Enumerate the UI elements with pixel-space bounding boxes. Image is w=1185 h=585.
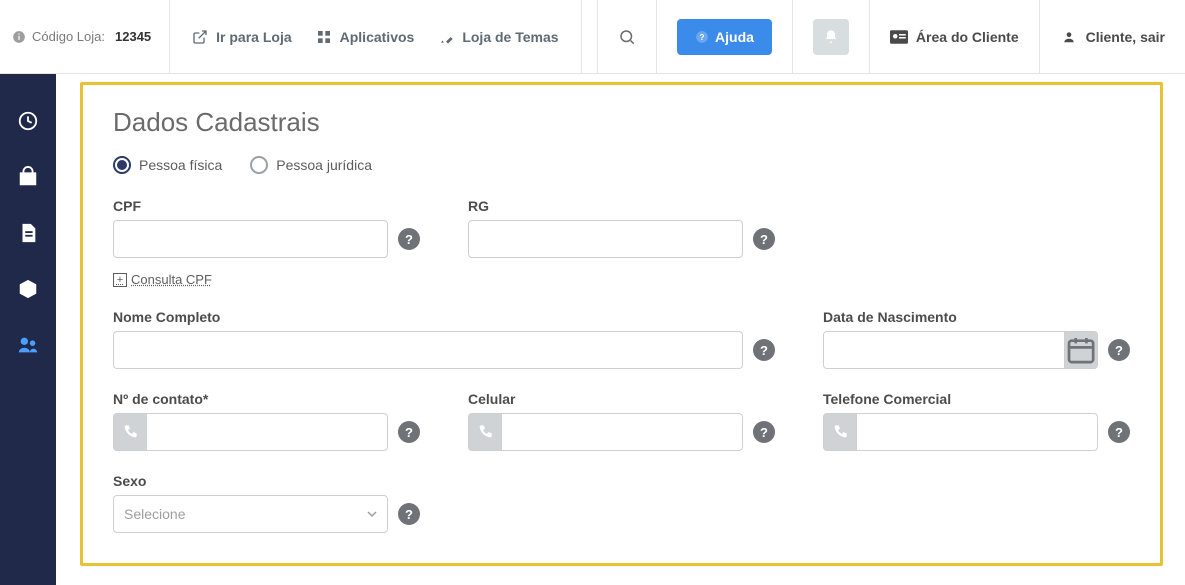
phone-prefix	[113, 413, 146, 451]
field-commercial-phone: Telefone Comercial ?	[823, 391, 1130, 451]
field-cpf: CPF ? + Consulta CPF	[113, 198, 420, 287]
mobile-label: Celular	[468, 391, 775, 407]
help-button-label: Ajuda	[715, 29, 754, 45]
commercial-phone-help-icon[interactable]: ?	[1108, 421, 1130, 443]
external-link-icon	[192, 29, 208, 45]
users-icon[interactable]	[17, 334, 39, 356]
calendar-icon	[1065, 334, 1097, 366]
store-code-value: 12345	[115, 29, 151, 44]
main: Dados Cadastrais Pessoa física Pessoa ju…	[56, 74, 1185, 585]
help-button[interactable]: ? Ajuda	[677, 19, 772, 55]
phone-prefix	[823, 413, 856, 451]
rg-input[interactable]	[468, 220, 743, 258]
nav-themes[interactable]: Loja de Temas	[438, 29, 558, 45]
registration-panel: Dados Cadastrais Pessoa física Pessoa ju…	[80, 82, 1163, 566]
info-icon	[12, 30, 26, 44]
document-icon[interactable]	[17, 222, 39, 244]
phone-icon	[477, 424, 493, 440]
birth-date-help-icon[interactable]: ?	[1108, 339, 1130, 361]
svg-text:?: ?	[700, 32, 705, 41]
client-exit-link[interactable]: Cliente, sair	[1040, 0, 1185, 73]
contact-number-help-icon[interactable]: ?	[398, 421, 420, 443]
radio-outer	[250, 156, 268, 174]
client-area-label: Área do Cliente	[916, 29, 1019, 45]
gender-help-icon[interactable]: ?	[398, 503, 420, 525]
field-mobile: Celular ?	[468, 391, 775, 451]
dashboard-icon[interactable]	[17, 110, 39, 132]
cpf-help-icon[interactable]: ?	[398, 228, 420, 250]
field-full-name: Nome Completo ?	[113, 309, 775, 369]
radio-individual-label: Pessoa física	[139, 157, 222, 173]
gender-select[interactable]: Selecione	[113, 495, 388, 533]
bag-icon[interactable]	[17, 166, 39, 188]
registration-title: Dados Cadastrais	[113, 107, 1130, 138]
phone-icon	[832, 424, 848, 440]
question-icon: ?	[695, 30, 709, 44]
chevron-down-icon	[367, 509, 377, 519]
user-icon	[1060, 30, 1078, 44]
cpf-input[interactable]	[113, 220, 388, 258]
nav-themes-label: Loja de Temas	[462, 29, 558, 45]
mobile-help-icon[interactable]: ?	[753, 421, 775, 443]
client-area-link[interactable]: Área do Cliente	[870, 0, 1040, 73]
nav-go-to-store-label: Ir para Loja	[216, 29, 291, 45]
birth-date-label: Data de Nascimento	[823, 309, 1130, 325]
topbar: Código Loja: 12345 Ir para Loja Aplicati…	[0, 0, 1185, 74]
field-gender: Sexo Selecione ?	[113, 473, 420, 533]
phone-prefix	[468, 413, 501, 451]
nav-apps-label: Aplicativos	[340, 29, 415, 45]
id-card-icon	[890, 30, 908, 44]
notifications-action[interactable]	[793, 0, 870, 73]
sidebar	[0, 74, 56, 585]
top-spacer	[582, 0, 598, 73]
search-button[interactable]	[598, 0, 657, 73]
rg-help-icon[interactable]: ?	[753, 228, 775, 250]
gender-label: Sexo	[113, 473, 420, 489]
radio-outer	[113, 156, 131, 174]
rg-label: RG	[468, 198, 775, 214]
nav-apps[interactable]: Aplicativos	[316, 29, 415, 45]
contact-number-label: Nº de contato*	[113, 391, 420, 407]
calendar-button[interactable]	[1065, 331, 1098, 369]
box-icon[interactable]	[17, 278, 39, 300]
commercial-phone-input[interactable]	[856, 413, 1098, 451]
help-action: ? Ajuda	[657, 0, 793, 73]
bell-box	[813, 19, 849, 55]
search-icon	[618, 28, 636, 46]
gender-placeholder: Selecione	[124, 506, 186, 522]
grid-icon	[316, 29, 332, 45]
field-rg: RG ?	[468, 198, 775, 287]
field-contact-number: Nº de contato* ?	[113, 391, 420, 451]
phone-icon	[122, 424, 138, 440]
bell-icon	[823, 29, 839, 45]
plus-icon: +	[113, 273, 127, 287]
full-name-label: Nome Completo	[113, 309, 775, 325]
mobile-input[interactable]	[501, 413, 743, 451]
store-code-label: Código Loja:	[32, 29, 105, 44]
radio-individual[interactable]: Pessoa física	[113, 156, 222, 174]
client-exit-label: Cliente, sair	[1086, 29, 1165, 45]
commercial-phone-label: Telefone Comercial	[823, 391, 1130, 407]
nav-go-to-store[interactable]: Ir para Loja	[192, 29, 291, 45]
field-birth-date: Data de Nascimento ?	[823, 309, 1130, 369]
brush-icon	[438, 29, 454, 45]
consult-cpf-label: Consulta CPF	[131, 272, 212, 287]
cpf-label: CPF	[113, 198, 420, 214]
full-name-input[interactable]	[113, 331, 743, 369]
contact-number-input[interactable]	[146, 413, 388, 451]
birth-date-input[interactable]	[823, 331, 1065, 369]
top-links: Ir para Loja Aplicativos Loja de Temas	[170, 0, 581, 73]
person-type-radio-group: Pessoa física Pessoa jurídica	[113, 156, 1130, 174]
form-grid: CPF ? + Consulta CPF RG ?	[113, 198, 1130, 533]
store-code: Código Loja: 12345	[0, 0, 170, 73]
full-name-help-icon[interactable]: ?	[753, 339, 775, 361]
radio-company[interactable]: Pessoa jurídica	[250, 156, 372, 174]
radio-company-label: Pessoa jurídica	[276, 157, 372, 173]
consult-cpf-link[interactable]: + Consulta CPF	[113, 272, 420, 287]
